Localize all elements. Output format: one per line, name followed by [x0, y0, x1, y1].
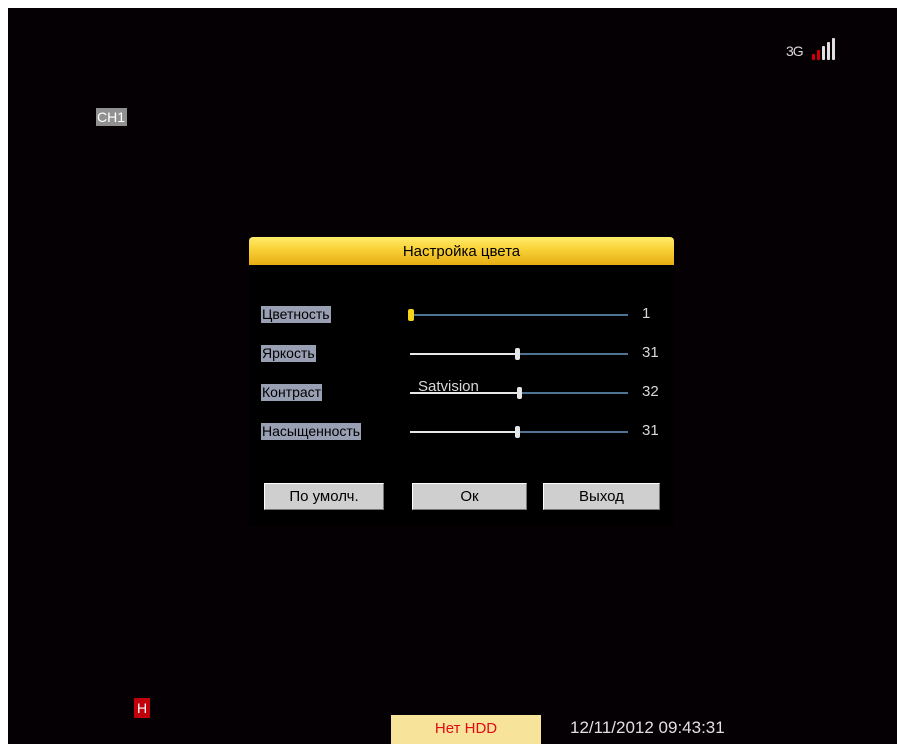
slider-value: 1 [642, 305, 651, 322]
slider-label: Насыщенность [261, 423, 362, 440]
slider-handle[interactable] [515, 426, 520, 438]
dvr-screen: 3G CH1 Настройка цвета Satvision Цветнос… [8, 8, 897, 744]
h-status-badge: H [134, 698, 150, 718]
slider-value: 31 [642, 344, 659, 361]
network-label: 3G [786, 43, 804, 59]
slider-fill [410, 392, 519, 394]
ok-button[interactable]: Ок [412, 483, 527, 510]
default-button[interactable]: По умолч. [264, 483, 384, 510]
slider-handle[interactable] [517, 387, 522, 399]
slider-value: 32 [642, 383, 659, 400]
slider-handle[interactable] [408, 309, 414, 321]
channel-label: CH1 [96, 108, 128, 126]
slider-fill [410, 353, 517, 355]
slider-handle[interactable] [515, 348, 520, 360]
exit-button[interactable]: Выход [543, 483, 660, 510]
dialog-title: Настройка цвета [249, 237, 674, 265]
slider-fill [410, 431, 517, 433]
hdd-status-badge: Нет HDD [391, 715, 541, 744]
slider-track[interactable] [410, 314, 628, 316]
datetime-display: 12/11/2012 09:43:31 [570, 718, 725, 737]
color-settings-dialog: Настройка цвета Satvision Цветность 1 Ярко… [249, 237, 674, 526]
slider-label: Яркость [261, 345, 316, 362]
slider-label: Цветность [261, 306, 331, 323]
network-status: 3G [786, 36, 856, 62]
slider-label: Контраст [261, 384, 323, 401]
slider-value: 31 [642, 422, 659, 439]
